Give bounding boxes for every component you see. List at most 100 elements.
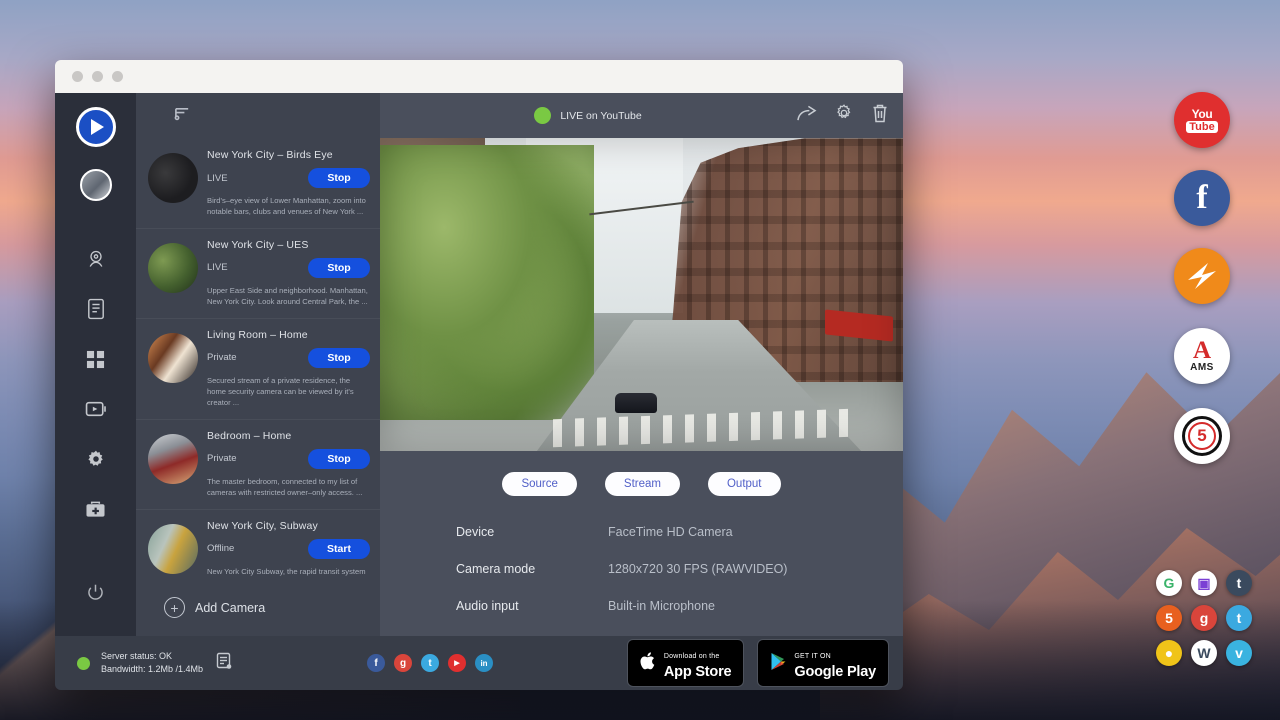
webcam-icon (86, 249, 106, 269)
settings-tabs: Source Stream Output (380, 451, 903, 496)
camera-description: The master bedroom, connected to my list… (207, 476, 370, 499)
camera-action-button[interactable]: Stop (308, 258, 370, 278)
desktop-mini-icon-cluster: G ▣ t 5 g t ● W v (1152, 566, 1257, 671)
tab-source[interactable]: Source (502, 472, 576, 496)
desktop-icon-facebook[interactable]: f (1174, 170, 1230, 226)
target-ring-icon: 5 (1182, 416, 1222, 456)
camera-thumbnail (148, 243, 198, 293)
share-icon[interactable] (796, 104, 817, 128)
detail-value[interactable]: 1280x720 30 FPS (RAWVIDEO) (608, 562, 787, 576)
trash-icon[interactable] (871, 103, 889, 128)
adobe-a-icon: A (1193, 339, 1211, 362)
video-preview[interactable] (380, 138, 903, 451)
close-button[interactable] (72, 71, 83, 82)
app-store-line2: App Store (664, 664, 731, 680)
mini-icon-tumblr[interactable]: t (1226, 570, 1252, 596)
camera-name: New York City – UES (207, 239, 370, 251)
live-status-label: LIVE on YouTube (560, 110, 641, 122)
zoom-button[interactable] (112, 71, 123, 82)
camera-description: Upper East Side and neighborhood. Manhat… (207, 285, 370, 308)
mini-icon-flickr[interactable]: ● (1156, 640, 1182, 666)
camera-list-panel: New York City – Birds Eye LIVE Stop Bird… (136, 93, 380, 636)
mini-icon-wordpress[interactable]: W (1191, 640, 1217, 666)
document-lines-icon (216, 652, 232, 670)
tab-output[interactable]: Output (708, 472, 781, 496)
desktop-icon-five-target[interactable]: 5 (1174, 408, 1230, 464)
server-status-text: Server status: OK Bandwidth: 1.2Mb /1.4M… (101, 650, 203, 677)
youtube-icon-bottom: Tube (1186, 121, 1217, 133)
desktop-icon-youtube[interactable]: You Tube (1174, 92, 1230, 148)
camera-thumbnail (148, 524, 198, 574)
social-links: f g t ▶ in (367, 654, 493, 672)
sidebar-item-cameras[interactable] (74, 237, 118, 281)
share-arrow-icon (796, 104, 817, 123)
live-status-badge: LIVE on YouTube (534, 107, 641, 124)
add-camera-label: Add Camera (195, 601, 265, 615)
power-icon (86, 583, 105, 602)
avatar[interactable] (80, 169, 112, 201)
camera-name: Bedroom – Home (207, 430, 370, 442)
sidebar-item-support[interactable] (74, 487, 118, 531)
bandwidth-line: Bandwidth: 1.2Mb /1.4Mb (101, 664, 203, 674)
sidebar-item-settings[interactable] (74, 437, 118, 481)
ams-label: AMS (1190, 362, 1214, 373)
power-button[interactable] (74, 570, 118, 614)
social-youtube[interactable]: ▶ (448, 654, 466, 672)
live-indicator-dot (534, 107, 551, 124)
first-aid-kit-icon (85, 500, 106, 519)
desktop-icon-adobe-ams[interactable]: A AMS (1174, 328, 1230, 384)
mini-icon-grammarly[interactable]: G (1156, 570, 1182, 596)
video-vignette (380, 138, 903, 451)
mini-icon-vimeo[interactable]: v (1226, 640, 1252, 666)
camera-list-item[interactable]: New York City – Birds Eye LIVE Stop Bird… (136, 139, 380, 229)
detail-value[interactable]: Built-in Microphone (608, 599, 715, 613)
camera-name: Living Room – Home (207, 329, 370, 341)
sidebar-rail (55, 93, 136, 636)
camera-action-button[interactable]: Start (308, 539, 370, 559)
gear-icon[interactable] (834, 103, 854, 128)
app-store-badge[interactable]: Download on the App Store (627, 639, 744, 688)
sidebar-item-devices[interactable] (74, 287, 118, 331)
social-facebook[interactable]: f (367, 654, 385, 672)
camera-list-item[interactable]: New York City, Subway Offline Start New … (136, 510, 380, 579)
mini-icon-twitter[interactable]: t (1226, 605, 1252, 631)
camera-list-item[interactable]: New York City – UES LIVE Stop Upper East… (136, 229, 380, 319)
social-twitter[interactable]: t (421, 654, 439, 672)
camera-action-button[interactable]: Stop (308, 168, 370, 188)
sidebar-item-recordings[interactable] (74, 387, 118, 431)
gear-icon (86, 449, 106, 469)
log-document-icon[interactable] (216, 652, 232, 675)
camera-description: New York City Subway, the rapid transit … (207, 566, 370, 579)
camera-list-item[interactable]: Bedroom – Home Private Stop The master b… (136, 420, 380, 510)
add-camera-button[interactable]: + Add Camera (136, 579, 380, 636)
social-linkedin[interactable]: in (475, 654, 493, 672)
sidebar-item-dashboard[interactable] (74, 337, 118, 381)
camera-thumbnail (148, 153, 198, 203)
source-details: Device FaceTime HD Camera Camera mode 12… (380, 496, 903, 636)
camera-list-item[interactable]: Living Room – Home Private Stop Secured … (136, 319, 380, 420)
grid-icon (86, 350, 105, 369)
detail-label: Device (456, 525, 608, 539)
social-google-plus[interactable]: g (394, 654, 412, 672)
sort-filter-icon[interactable] (174, 105, 191, 127)
app-store-text: Download on the App Store (664, 645, 731, 682)
youtube-icon-top: You (1192, 108, 1213, 120)
mini-icon-twitch[interactable]: ▣ (1191, 570, 1217, 596)
camera-description: Secured stream of a private residence, t… (207, 375, 370, 409)
desktop-icon-wowza[interactable] (1174, 248, 1230, 304)
mini-icon-google-plus[interactable]: g (1191, 605, 1217, 631)
camera-action-button[interactable]: Stop (308, 449, 370, 469)
camera-status: LIVE (207, 262, 228, 273)
google-play-badge[interactable]: GET IT ON Google Play (757, 639, 889, 688)
google-play-line2: Google Play (794, 664, 876, 680)
google-play-text: GET IT ON Google Play (794, 645, 876, 682)
mini-icon-five[interactable]: 5 (1156, 605, 1182, 631)
google-play-line1: GET IT ON (794, 653, 831, 660)
camera-action-button[interactable]: Stop (308, 348, 370, 368)
detail-value[interactable]: FaceTime HD Camera (608, 525, 733, 539)
window-titlebar[interactable] (55, 60, 903, 93)
camera-list[interactable]: New York City – Birds Eye LIVE Stop Bird… (136, 139, 380, 579)
tab-stream[interactable]: Stream (605, 472, 680, 496)
minimize-button[interactable] (92, 71, 103, 82)
app-logo-icon[interactable] (76, 107, 116, 147)
